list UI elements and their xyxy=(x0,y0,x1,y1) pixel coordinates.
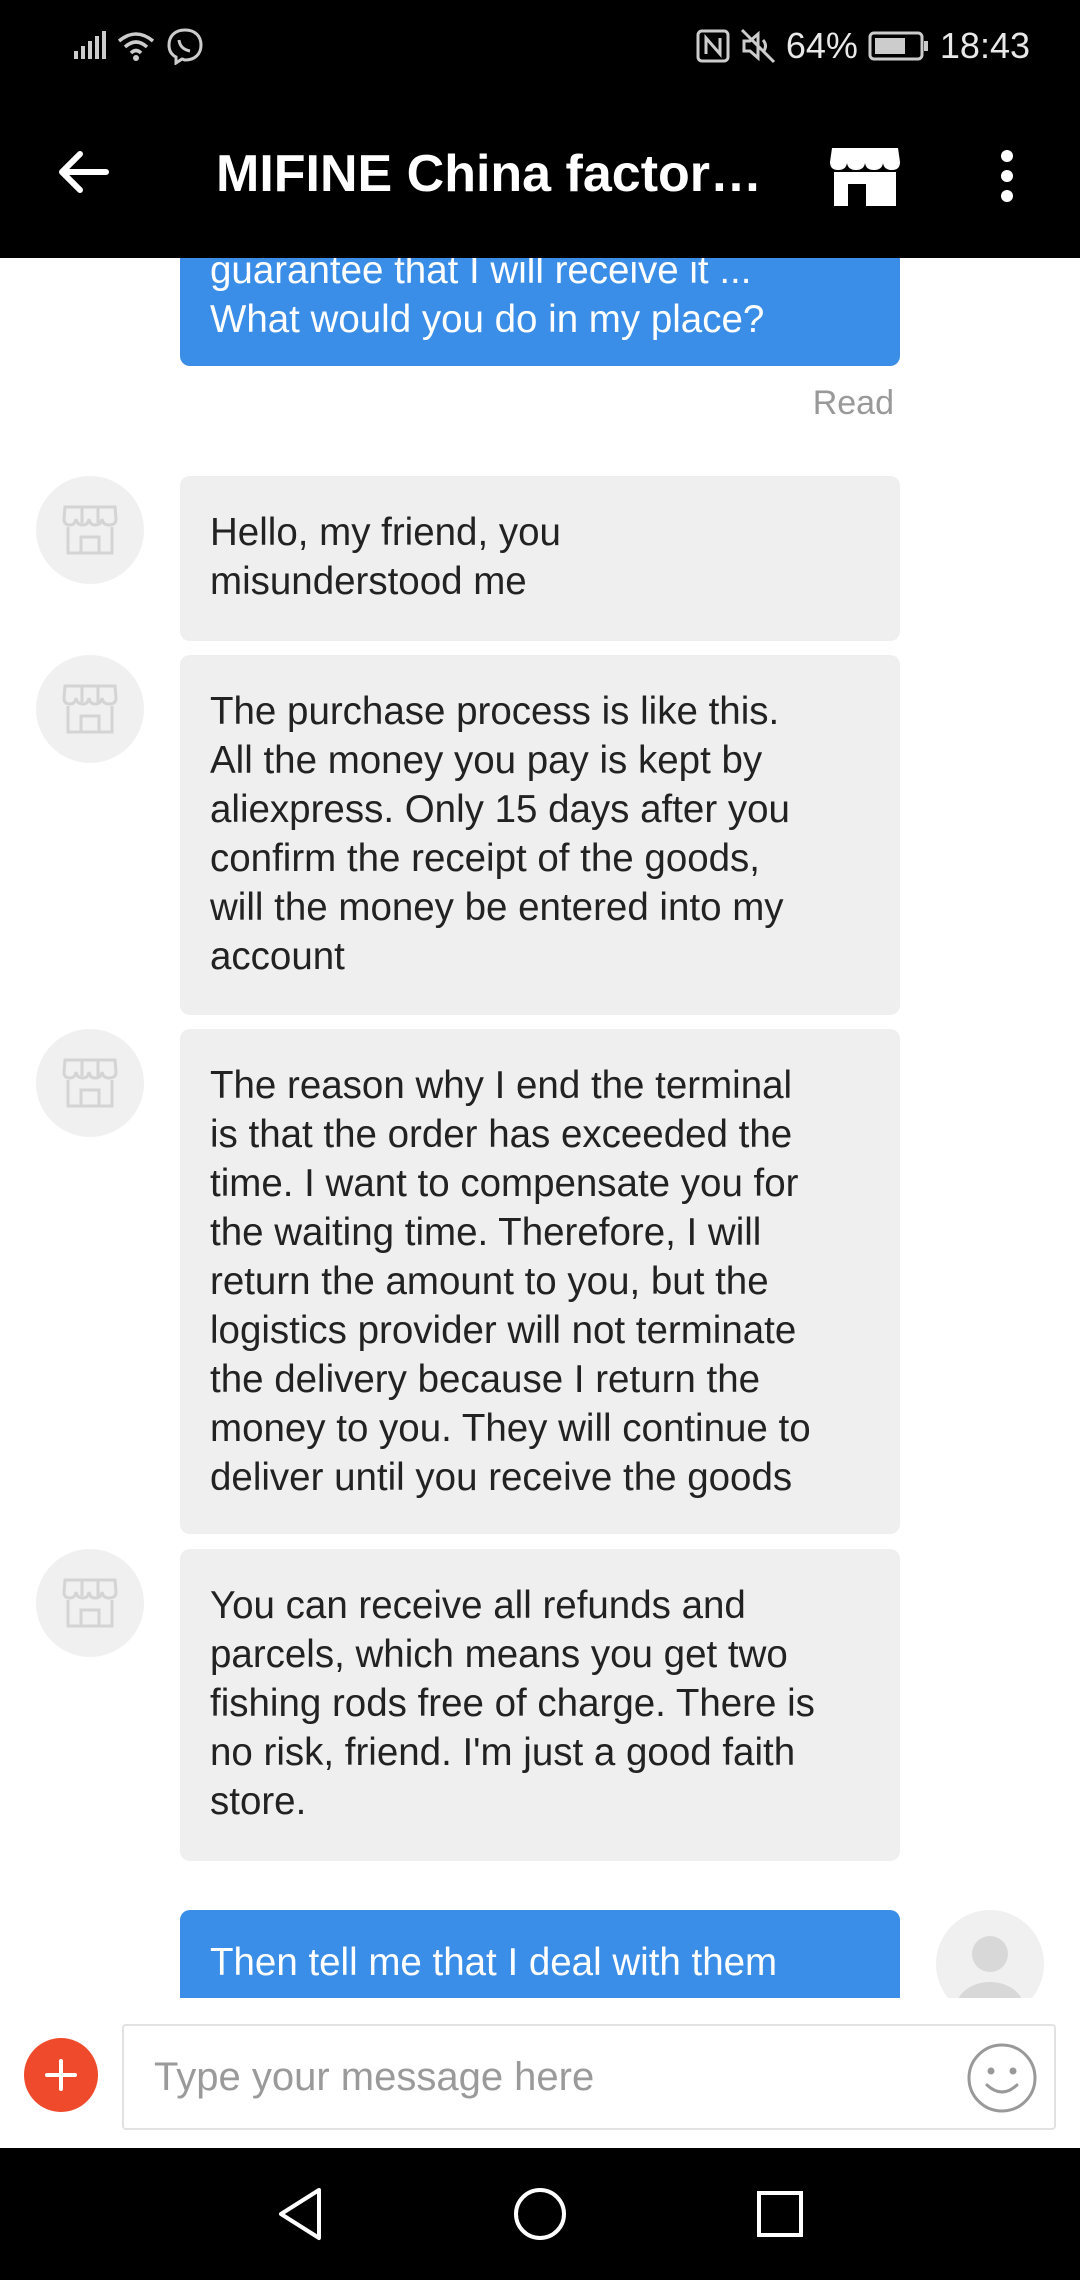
store-icon xyxy=(62,1578,118,1628)
emoji-button[interactable] xyxy=(964,2040,1040,2116)
message-line: no risk, friend. I'm just a good faith xyxy=(210,1731,796,1774)
battery-icon xyxy=(868,31,930,61)
message-line: fishing rods free of charge. There is xyxy=(210,1682,815,1725)
nfc-icon xyxy=(696,29,730,63)
message-line: You can receive all refunds and xyxy=(210,1584,746,1627)
message-line: aliexpress. Only 15 days after you xyxy=(210,788,790,831)
message-line: account xyxy=(210,935,345,978)
message-bubble-sent[interactable]: Then tell me that I deal with them xyxy=(180,1910,900,1998)
message-bubble-sent[interactable]: guarantee that I will receive it ... Wha… xyxy=(180,258,900,366)
viber-icon xyxy=(166,27,204,65)
message-line: The purchase process is like this. xyxy=(210,690,780,733)
message-line: Hello, my friend, you xyxy=(210,511,561,554)
composer-bar xyxy=(0,1998,1080,2148)
status-right-icons: 64% 18:43 xyxy=(696,24,1030,68)
message-line: the waiting time. Therefore, I will xyxy=(210,1211,762,1254)
seller-avatar[interactable] xyxy=(36,476,144,584)
signal-icon xyxy=(72,31,106,61)
message-line: money to you. They will continue to xyxy=(210,1407,811,1450)
message-bubble-received[interactable]: Hello, my friend, you misunderstood me xyxy=(180,476,900,641)
message-line: The reason why I end the terminal xyxy=(210,1064,793,1107)
message-line: confirm the receipt of the goods, xyxy=(210,837,760,880)
status-left-icons xyxy=(72,24,204,68)
message-list[interactable]: guarantee that I will receive it ... Wha… xyxy=(0,258,1080,1998)
status-bar: 64% 18:43 xyxy=(0,0,1080,92)
seller-avatar[interactable] xyxy=(36,1549,144,1657)
message-line: return the amount to you, but the xyxy=(210,1260,769,1303)
read-receipt: Read xyxy=(812,384,894,422)
message-line: is that the order has exceeded the xyxy=(210,1113,793,1156)
attach-button[interactable] xyxy=(24,2038,98,2112)
chat-title: MIFINE China factory… xyxy=(216,145,776,203)
message-bubble-received[interactable]: The reason why I end the terminal is tha… xyxy=(180,1029,900,1534)
user-avatar[interactable] xyxy=(936,1910,1044,1998)
message-line: store. xyxy=(210,1780,307,1823)
message-bubble-received[interactable]: You can receive all refunds and parcels,… xyxy=(180,1549,900,1861)
app-bar: MIFINE China factory… xyxy=(0,92,1080,258)
nav-back-button[interactable] xyxy=(260,2178,340,2250)
nav-home-icon xyxy=(514,2188,566,2240)
message-bubble-received[interactable]: The purchase process is like this. All t… xyxy=(180,655,900,1015)
nav-recents-button[interactable] xyxy=(740,2178,820,2250)
back-arrow-icon xyxy=(59,151,109,193)
message-line: guarantee that I will receive it ... xyxy=(210,258,752,292)
message-line: misunderstood me xyxy=(210,560,527,603)
store-icon xyxy=(62,684,118,734)
battery-percent: 64% xyxy=(785,25,858,66)
nav-recents-icon xyxy=(757,2191,803,2237)
message-input[interactable] xyxy=(154,2026,974,2128)
message-line: What would you do in my place? xyxy=(210,298,765,341)
message-line: the delivery because I return the xyxy=(210,1358,761,1401)
message-line: parcels, which means you get two xyxy=(210,1633,788,1676)
store-icon xyxy=(830,148,900,206)
plus-icon xyxy=(45,2059,77,2091)
message-line: will the money be entered into my xyxy=(210,886,784,929)
mute-icon xyxy=(740,28,776,64)
seller-avatar[interactable] xyxy=(36,1029,144,1137)
more-vert-icon xyxy=(1001,150,1013,202)
store-icon xyxy=(62,505,118,555)
message-line: deliver until you receive the goods xyxy=(210,1456,793,1499)
message-field[interactable] xyxy=(122,2024,1056,2130)
clock: 18:43 xyxy=(939,25,1030,66)
message-line: Then tell me that I deal with them xyxy=(210,1941,778,1984)
user-icon xyxy=(958,1936,1022,1998)
store-button[interactable] xyxy=(820,136,910,216)
nav-back-icon xyxy=(279,2188,321,2240)
message-line: All the money you pay is kept by xyxy=(210,739,763,782)
nav-home-button[interactable] xyxy=(500,2178,580,2250)
seller-avatar[interactable] xyxy=(36,655,144,763)
back-button[interactable] xyxy=(48,136,120,208)
more-options-button[interactable] xyxy=(980,136,1034,216)
message-line: logistics provider will not terminate xyxy=(210,1309,797,1352)
store-icon xyxy=(62,1058,118,1108)
emoji-icon xyxy=(967,2043,1037,2113)
wifi-icon xyxy=(116,29,156,63)
system-nav-bar xyxy=(0,2148,1080,2280)
message-line: time. I want to compensate you for xyxy=(210,1162,799,1205)
